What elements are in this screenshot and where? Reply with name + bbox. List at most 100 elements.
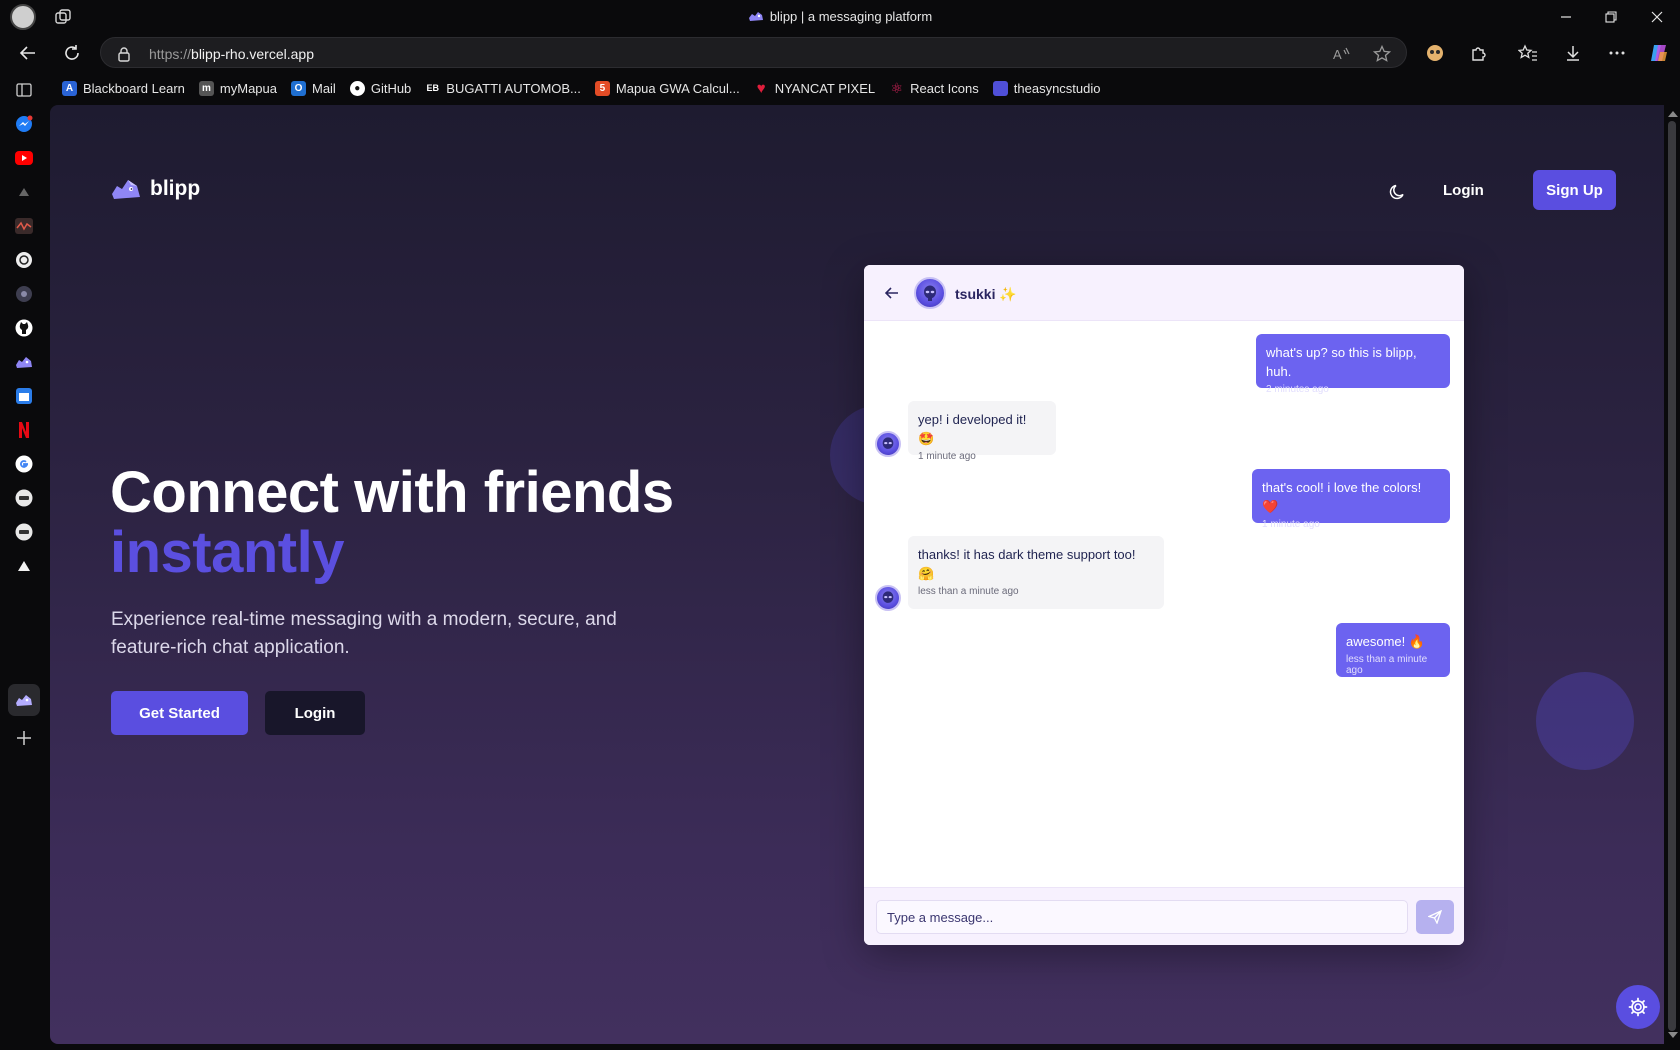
react-icon: ⚛ — [890, 79, 903, 96]
message-bubble-outgoing: what's up? so this is blipp, huh. 2 minu… — [1256, 334, 1450, 395]
refresh-button[interactable] — [61, 42, 83, 64]
favorite-star-button[interactable] — [1373, 45, 1391, 63]
scrollbar-thumb[interactable] — [1668, 121, 1676, 1031]
bookmark-label: NYANCAT PIXEL — [774, 80, 876, 96]
settings-fab-button[interactable] — [1616, 985, 1660, 1029]
bookmark-item[interactable]: 5 Mapua GWA Calcul... — [589, 76, 748, 100]
send-button[interactable] — [1416, 900, 1454, 934]
sidebar-blipp-active[interactable] — [14, 690, 34, 710]
sidebar-add-button[interactable] — [14, 728, 34, 748]
brand-logo-link[interactable]: blipp — [110, 177, 200, 201]
message-avatar — [875, 585, 901, 611]
blackboard-icon: A — [62, 80, 77, 96]
vertical-tabs-icon — [16, 83, 32, 97]
sidebar-blipp[interactable] — [14, 352, 34, 372]
bookmark-label: GitHub — [370, 80, 412, 96]
chat-composer — [864, 887, 1464, 945]
message-text: that's cool! i love the colors! ❤️ — [1262, 480, 1422, 514]
message-bubble-incoming: thanks! it has dark theme support too! 🤗… — [908, 536, 1164, 609]
nav-login-link[interactable]: Login — [1443, 182, 1484, 199]
get-started-button[interactable]: Get Started — [111, 691, 248, 735]
scroll-up-arrow[interactable] — [1668, 111, 1678, 117]
arrow-left-icon — [885, 287, 898, 299]
page-scrollbar[interactable] — [1664, 105, 1680, 1044]
bookmark-item[interactable]: ● GitHub — [344, 76, 419, 100]
chat-preview-window: tsukki ✨ what's up? so this is blipp, hu… — [864, 265, 1464, 945]
sidebar-triangle-app[interactable] — [14, 182, 34, 202]
address-bar[interactable]: https://blipp-rho.vercel.app A — [100, 37, 1407, 68]
sidebar-app-a[interactable] — [14, 488, 34, 508]
sidebar-calendar[interactable] — [14, 386, 34, 406]
plus-icon — [17, 731, 31, 745]
scroll-down-arrow[interactable] — [1668, 1032, 1678, 1038]
message-bubble-outgoing: awesome! 🔥 less than a minute ago — [1336, 623, 1450, 677]
sidebar-google[interactable] — [14, 454, 34, 474]
sidebar-chatgpt[interactable] — [14, 250, 34, 270]
minimize-button[interactable] — [1543, 4, 1589, 30]
bookmark-label: React Icons — [910, 80, 979, 96]
contact-name: tsukki ✨ — [955, 286, 1017, 302]
message-input[interactable] — [876, 900, 1408, 934]
bookmark-label: Blackboard Learn — [83, 80, 185, 96]
extension-button[interactable] — [1424, 42, 1446, 64]
extension-avatar-icon — [1427, 45, 1443, 61]
message-time: less than a minute ago — [918, 586, 1019, 597]
theme-toggle-button[interactable] — [1387, 181, 1409, 203]
sidebar-netflix[interactable] — [14, 420, 34, 440]
refresh-icon — [65, 45, 79, 60]
bookmark-item[interactable]: EB BUGATTI AUTOMOB... — [419, 76, 589, 100]
bookmark-item[interactable]: A Blackboard Learn — [56, 76, 193, 100]
message-text: what's up? so this is blipp, huh. — [1266, 345, 1417, 379]
sidebar-messenger[interactable] — [14, 114, 34, 134]
youtube-icon — [15, 151, 33, 165]
downloads-button[interactable] — [1562, 42, 1584, 64]
restore-button[interactable] — [1588, 4, 1634, 30]
alien-avatar-icon — [924, 285, 936, 301]
copilot-button[interactable] — [1648, 42, 1670, 64]
hero-subtitle: Experience real-time messaging with a mo… — [111, 609, 617, 658]
triangle-icon — [19, 188, 29, 196]
bookmark-item[interactable]: O Mail — [285, 76, 344, 100]
sidebar-app-circle[interactable] — [14, 284, 34, 304]
puzzle-icon — [1472, 47, 1486, 61]
chat-back-button[interactable] — [882, 283, 902, 303]
close-window-button[interactable] — [1634, 4, 1680, 30]
bookmark-item[interactable]: m myMapua — [193, 76, 285, 100]
read-aloud-button[interactable]: A — [1333, 45, 1351, 63]
app-badge-icon — [15, 489, 33, 507]
contact-avatar — [914, 277, 946, 309]
more-menu-button[interactable] — [1606, 42, 1628, 64]
send-icon — [1428, 910, 1442, 924]
app-badge-icon — [15, 523, 33, 541]
sidebar-activity[interactable] — [14, 216, 34, 236]
bookmark-label: BUGATTI AUTOMOB... — [446, 80, 581, 96]
message-text: awesome! 🔥 — [1346, 634, 1426, 649]
sidebar-github[interactable] — [14, 318, 34, 338]
browser-toolbar: https://blipp-rho.vercel.app A — [0, 34, 1680, 72]
svg-text:A: A — [1333, 47, 1342, 62]
sidebar-app-b[interactable] — [14, 522, 34, 542]
bookmark-item[interactable]: ♥ NYANCAT PIXEL — [748, 76, 883, 100]
hero-login-button[interactable]: Login — [265, 691, 365, 735]
browser-sidebar — [0, 72, 48, 1050]
sidebar-vercel[interactable] — [14, 556, 34, 576]
bookmark-label: myMapua — [219, 80, 277, 96]
bookmark-item[interactable]: ⚛ React Icons — [883, 76, 987, 100]
messenger-icon — [16, 115, 33, 132]
back-button[interactable] — [17, 42, 39, 64]
url-scheme: https:// — [149, 46, 192, 62]
netflix-icon — [19, 422, 29, 438]
read-aloud-icon: A — [1333, 47, 1350, 62]
chat-header: tsukki ✨ — [864, 265, 1464, 321]
bookmarks-bar: A Blackboard Learn m myMapua O Mail ● GitHub EB B… — [56, 74, 1109, 102]
bookmark-label: Mapua GWA Calcul... — [615, 80, 740, 96]
favorites-button[interactable] — [1517, 42, 1539, 64]
nav-signup-button[interactable]: Sign Up — [1533, 170, 1616, 210]
sidebar-youtube[interactable] — [14, 148, 34, 168]
bookmark-item[interactable]: theasyncstudio — [987, 76, 1109, 100]
extensions-button[interactable] — [1468, 42, 1490, 64]
message-time: 2 minutes ago — [1266, 384, 1329, 395]
window-title-text: blipp | a messaging platform — [769, 9, 933, 24]
folder-icon — [992, 80, 1008, 96]
sidebar-tabs-button[interactable] — [14, 80, 34, 100]
